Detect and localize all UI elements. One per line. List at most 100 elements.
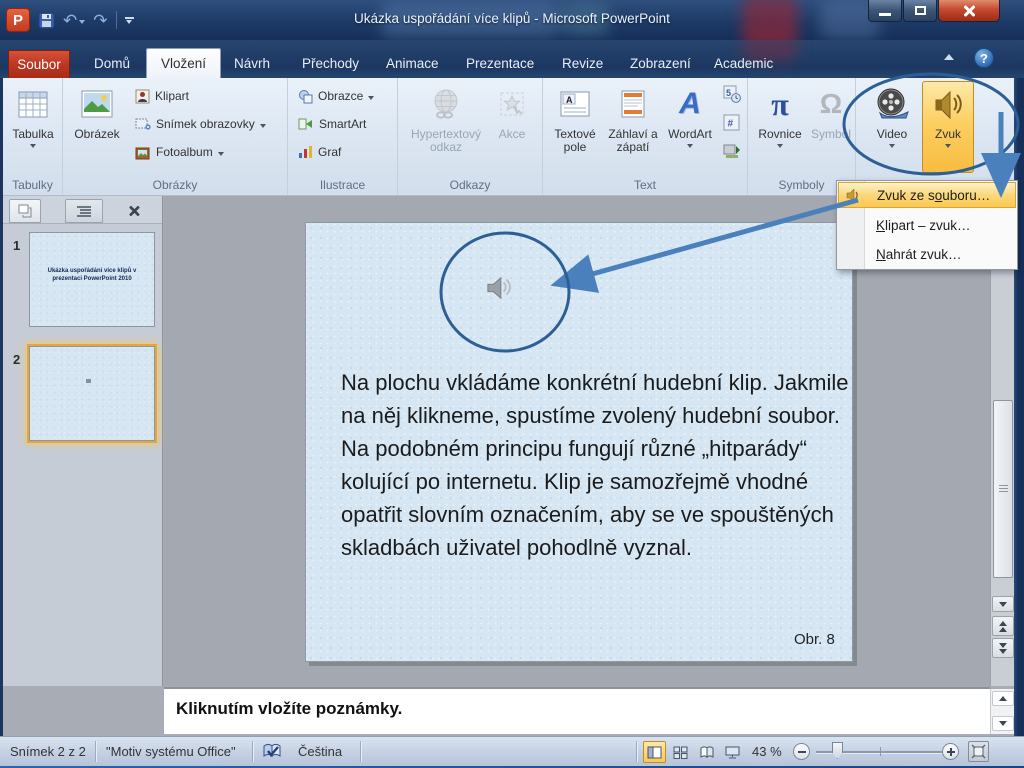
dropdown-arrow-icon: [777, 144, 783, 148]
spellcheck-button[interactable]: [262, 742, 282, 763]
menu-item-nahrat-zvuk[interactable]: Nahrát zvuk…: [838, 241, 1016, 267]
thumb-grip: [999, 485, 1008, 486]
zoom-out-button[interactable]: [793, 743, 810, 760]
notes-placeholder[interactable]: Kliknutím vložíte poznámky.: [176, 699, 402, 719]
tab-navrh[interactable]: Návrh: [220, 48, 284, 78]
video-icon: [874, 85, 910, 123]
close-panel-button[interactable]: [115, 199, 153, 223]
minimize-icon: [879, 13, 891, 16]
cislo-snimku-button[interactable]: #: [719, 110, 740, 134]
slideshow-view-button[interactable]: [721, 741, 744, 763]
slide-canvas[interactable]: Na plochu vkládáme konkrétní hudební kli…: [305, 222, 853, 662]
notes-pane[interactable]: Kliknutím vložíte poznámky.: [164, 687, 990, 734]
notes-scrollbar[interactable]: [990, 689, 1014, 734]
previous-slide-button[interactable]: [992, 616, 1014, 636]
tab-animace[interactable]: Animace: [372, 48, 453, 78]
obrazek-button[interactable]: Obrázek: [68, 81, 126, 173]
group-label: Tabulky: [12, 178, 53, 192]
zoom-in-button[interactable]: [942, 743, 959, 760]
tab-revize[interactable]: Revize: [548, 48, 617, 78]
photo-album-icon: [135, 147, 150, 159]
equation-icon: π: [771, 85, 789, 122]
undo-dropdown-arrow-icon[interactable]: [79, 19, 86, 24]
close-icon: [128, 205, 141, 218]
snimek-obrazovky-button[interactable]: Snímek obrazovky: [131, 112, 266, 136]
redo-button[interactable]: ↷: [93, 12, 107, 29]
hyperlink-globe-icon: [430, 85, 462, 123]
zoom-slider-thumb[interactable]: [832, 742, 843, 759]
smartart-icon: [298, 118, 312, 130]
minimize-button[interactable]: [868, 0, 902, 22]
customize-qat-button[interactable]: [124, 16, 134, 24]
tab-soubor[interactable]: Soubor: [8, 50, 70, 78]
tab-outline[interactable]: [65, 199, 103, 223]
tab-academic[interactable]: Academic: [700, 48, 787, 78]
quick-access-toolbar: P ↶ ↷: [6, 6, 134, 34]
undo-button[interactable]: ↶: [63, 12, 86, 29]
zvuk-button[interactable]: Zvuk: [922, 81, 974, 173]
audio-icon: [932, 85, 964, 123]
slide-speaker-icon[interactable]: [484, 275, 514, 301]
datum-cas-button[interactable]: 5: [719, 82, 741, 106]
slide-sorter-view-button[interactable]: [669, 741, 692, 763]
scroll-down-button[interactable]: [992, 596, 1014, 612]
slideshow-icon: [725, 746, 740, 758]
rovnice-button[interactable]: π Rovnice: [752, 81, 808, 173]
ribbon: Tabulka Tabulky Obrázek Klipart Snímek o…: [3, 78, 1014, 196]
header-footer-icon: [621, 85, 645, 123]
save-icon: [38, 12, 55, 28]
zoom-level[interactable]: 43 %: [752, 744, 782, 759]
restore-button[interactable]: [903, 0, 937, 22]
textove-pole-button[interactable]: A Textové pole: [547, 81, 603, 173]
tab-slides[interactable]: [9, 199, 41, 223]
smartart-button[interactable]: SmartArt: [294, 112, 366, 136]
tab-prechody[interactable]: Přechody: [288, 48, 373, 78]
slide-body-text[interactable]: Na plochu vkládáme konkrétní hudební kli…: [341, 366, 849, 564]
shapes-icon: [299, 89, 313, 103]
group-label: Text: [633, 178, 656, 192]
zvuk-dropdown-menu: Zvuk ze souboru… Klipart – zvuk… Nahrát …: [836, 180, 1018, 270]
tabulka-button[interactable]: Tabulka: [7, 81, 59, 173]
theme-name[interactable]: "Motiv systému Office": [106, 744, 236, 759]
slide-indicator: Snímek 2 z 2: [10, 744, 86, 759]
graf-button[interactable]: Graf: [294, 140, 341, 164]
slide-2-thumbnail[interactable]: [27, 344, 157, 443]
slides-panel: 1 Ukázka uspořádání více klipů v prezent…: [3, 196, 163, 686]
tab-domu[interactable]: Domů: [80, 48, 144, 78]
minimize-ribbon-button[interactable]: [944, 54, 954, 60]
reading-view-button[interactable]: [695, 741, 718, 763]
language-indicator[interactable]: Čeština: [298, 744, 342, 759]
group-odkazy: Hypertextový odkaz Akce Odkazy: [398, 78, 543, 195]
objekt-button[interactable]: [719, 138, 741, 162]
scrollbar-thumb[interactable]: [993, 400, 1013, 578]
tab-prezentace[interactable]: Prezentace: [452, 48, 548, 78]
fit-to-window-button[interactable]: [968, 741, 989, 762]
menu-item-zvuk-ze-souboru[interactable]: Zvuk ze souboru…: [838, 182, 1016, 208]
status-bar: Snímek 2 z 2 "Motiv systému Office" Češt…: [0, 736, 1024, 766]
notes-scroll-down-button[interactable]: [992, 716, 1014, 731]
fotoalbum-button[interactable]: Fotoalbum: [131, 140, 224, 164]
powerpoint-logo-icon[interactable]: P: [6, 8, 30, 32]
video-button[interactable]: Video: [864, 81, 920, 173]
notes-scroll-up-button[interactable]: [992, 691, 1014, 706]
next-slide-button[interactable]: [992, 638, 1014, 658]
wordart-button[interactable]: A WordArt: [663, 81, 717, 173]
zahlavi-zapati-button[interactable]: Záhlaví a zápatí: [605, 81, 661, 173]
save-button[interactable]: [38, 12, 55, 29]
double-arrow-down-icon: [999, 642, 1007, 654]
textbox-icon: A: [560, 85, 590, 123]
help-button[interactable]: ?: [974, 48, 994, 68]
klipart-button[interactable]: Klipart: [131, 84, 189, 108]
zoom-slider-center-tick: [880, 747, 881, 756]
menu-item-klipart-zvuk[interactable]: Klipart – zvuk…: [838, 212, 1016, 238]
slide-sorter-icon: [673, 746, 688, 759]
close-button[interactable]: [938, 0, 1000, 22]
tab-zobrazeni[interactable]: Zobrazení: [616, 48, 705, 78]
slide-1-thumbnail[interactable]: Ukázka uspořádání více klipů v prezentac…: [29, 232, 155, 327]
panel-tab-strip: [3, 196, 162, 224]
obrazce-button[interactable]: Obrazce: [294, 84, 375, 108]
tab-vlozeni[interactable]: Vložení: [146, 48, 222, 78]
normal-view-button[interactable]: [643, 741, 666, 763]
table-icon: [18, 85, 48, 123]
group-tabulky: Tabulka Tabulky: [3, 78, 63, 195]
